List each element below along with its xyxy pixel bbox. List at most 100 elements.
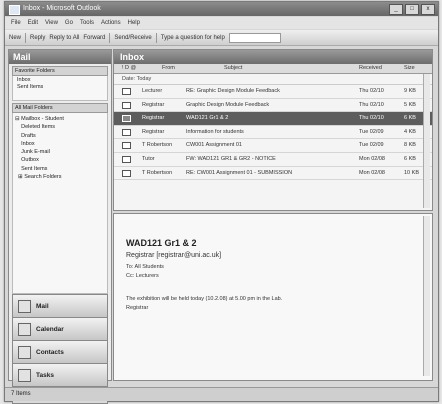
menu-actions[interactable]: Actions — [101, 20, 121, 26]
folder-item-deleted[interactable]: Deleted Items — [15, 123, 105, 131]
folder-label: Search Folders — [24, 174, 62, 181]
column-size[interactable]: Size — [404, 65, 415, 71]
column-received[interactable]: Received — [359, 65, 382, 71]
reply-all-button[interactable]: Reply to All — [49, 35, 79, 41]
maximize-button[interactable]: □ — [405, 4, 419, 15]
folder-label: Deleted Items — [21, 124, 56, 131]
message-from: T Robertson — [142, 142, 173, 149]
reading-subject: WAD121 Gr1 & 2 — [126, 238, 197, 248]
reading-signature: Registrar — [126, 305, 149, 311]
standard-toolbar: New Reply Reply to All Forward Send/Rece… — [5, 30, 438, 46]
nav-button-tasks[interactable]: Tasks — [12, 364, 108, 387]
favorite-folders-header[interactable]: Favorite Folders — [12, 66, 108, 76]
outlook-app-icon — [9, 5, 20, 15]
message-received: Tue 02/09 — [359, 142, 384, 149]
nav-button-contacts[interactable]: Contacts — [12, 341, 108, 364]
message-row[interactable]: T Robertson RE: CW001 Assignment 01 - SU… — [114, 167, 432, 181]
nav-button-mail[interactable]: Mail — [12, 294, 108, 318]
menu-bar: File Edit View Go Tools Actions Help — [5, 17, 438, 29]
reading-body: The exhibition will be held today (10.2.… — [126, 296, 283, 302]
message-row[interactable]: Registrar Information for students Tue 0… — [114, 126, 432, 140]
message-received: Mon 02/08 — [359, 169, 385, 176]
favorite-folder-item[interactable]: Inbox — [17, 77, 103, 84]
folder-label: Sent Items — [21, 165, 48, 172]
folder-item-outbox[interactable]: Outbox — [15, 156, 105, 164]
close-button[interactable]: x — [421, 4, 435, 15]
all-mail-folders-header[interactable]: All Mail Folders — [12, 103, 108, 113]
envelope-icon — [122, 101, 131, 109]
message-row[interactable]: Registrar Graphic Design Module Feedback… — [114, 99, 432, 113]
outlook-window: Inbox - Microsoft Outlook _ □ x File Edi… — [4, 1, 439, 404]
folder-item-search[interactable]: ⊞ Search Folders — [15, 173, 105, 181]
message-received: Mon 02/08 — [359, 155, 385, 162]
forward-button[interactable]: Forward — [83, 35, 105, 41]
column-from[interactable]: From — [162, 65, 175, 71]
message-received: Tue 02/09 — [359, 128, 384, 135]
reading-from[interactable]: Registrar [registrar@uni.ac.uk] — [126, 252, 221, 259]
message-row[interactable]: Tutor FW: WAD121 GR1 & GR2 - NOTICE Mon … — [114, 153, 432, 167]
menu-file[interactable]: File — [11, 20, 21, 26]
mail-icon — [18, 299, 31, 313]
folder-item-inbox[interactable]: Inbox — [15, 140, 105, 148]
message-size: 9 KB — [404, 88, 416, 94]
favorite-folder-item[interactable]: Sent Items — [17, 84, 103, 91]
reading-pane: WAD121 Gr1 & 2 Registrar [registrar@uni.… — [113, 213, 433, 381]
tasks-icon — [18, 368, 31, 382]
menu-edit[interactable]: Edit — [28, 20, 38, 26]
navigation-pane: Mail Favorite Folders Inbox Sent Items A… — [8, 49, 112, 404]
folder-label: Drafts — [21, 132, 36, 139]
menu-view[interactable]: View — [45, 20, 58, 26]
folder-tree: ⊟ Mailbox - Student Deleted Items Drafts… — [12, 113, 108, 294]
nav-button-calendar[interactable]: Calendar — [12, 318, 108, 341]
message-subject: CW001 Assignment 01 — [186, 142, 242, 149]
menu-tools[interactable]: Tools — [80, 20, 94, 26]
nav-button-label: Calendar — [36, 325, 64, 333]
message-from: Registrar — [142, 128, 165, 135]
reply-button[interactable]: Reply — [30, 35, 45, 41]
message-subject: FW: WAD121 GR1 & GR2 - NOTICE — [186, 155, 276, 162]
message-row[interactable]: T Robertson CW001 Assignment 01 Tue 02/0… — [114, 139, 432, 153]
message-row[interactable]: Lecturer RE: Graphic Design Module Feedb… — [114, 85, 432, 99]
message-from: Registrar — [142, 115, 165, 122]
message-received: Thu 02/10 — [359, 88, 384, 94]
contacts-icon — [18, 345, 31, 359]
toolbar-separator — [155, 32, 157, 43]
message-from: Registrar — [142, 101, 165, 108]
favorite-folders-list: Inbox Sent Items — [12, 76, 108, 101]
message-subject: RE: Graphic Design Module Feedback — [186, 88, 280, 94]
message-list-pane: Inbox ! D @ From Subject Received Size D… — [113, 49, 433, 211]
nav-button-label: Mail — [36, 302, 49, 310]
message-subject: RE: CW001 Assignment 01 - SUBMISSION — [186, 169, 293, 176]
minimize-button[interactable]: _ — [389, 4, 403, 15]
folder-item-junk[interactable]: Junk E-mail — [15, 148, 105, 156]
status-text: 7 Items — [11, 391, 31, 397]
column-subject[interactable]: Subject — [224, 65, 242, 71]
message-row-selected[interactable]: Registrar WAD121 Gr1 & 2 Thu 02/10 6 KB — [114, 112, 432, 126]
toolbar-separator — [25, 32, 27, 43]
new-button[interactable]: New — [9, 35, 21, 41]
message-list-scrollbar[interactable] — [423, 74, 430, 208]
message-subject: Information for students — [186, 128, 244, 135]
reading-cc: Cc: Lecturers — [126, 273, 159, 279]
folder-item-drafts[interactable]: Drafts — [15, 132, 105, 140]
window-controls: _ □ x — [389, 4, 435, 15]
message-size: 6 KB — [404, 115, 416, 122]
reading-pane-scrollbar[interactable] — [423, 216, 430, 376]
envelope-icon — [122, 115, 131, 123]
envelope-icon — [122, 88, 131, 95]
help-search-input[interactable] — [228, 32, 281, 43]
message-size: 5 KB — [404, 101, 416, 108]
column-flags[interactable]: ! D @ — [122, 65, 136, 71]
folder-label: Inbox — [21, 140, 35, 147]
window-title: Inbox - Microsoft Outlook — [23, 5, 101, 12]
message-size: 4 KB — [404, 128, 416, 135]
folder-item-sent[interactable]: Sent Items — [15, 165, 105, 173]
send-receive-button[interactable]: Send/Receive — [114, 35, 151, 41]
menu-help[interactable]: Help — [128, 20, 140, 26]
message-received: Thu 02/10 — [359, 115, 384, 122]
group-header[interactable]: Date: Today — [114, 74, 432, 85]
toolbar-separator — [109, 32, 111, 43]
menu-go[interactable]: Go — [65, 20, 73, 26]
folder-item-mailbox[interactable]: ⊟ Mailbox - Student — [15, 115, 105, 123]
status-bar: 7 Items — [5, 387, 438, 401]
